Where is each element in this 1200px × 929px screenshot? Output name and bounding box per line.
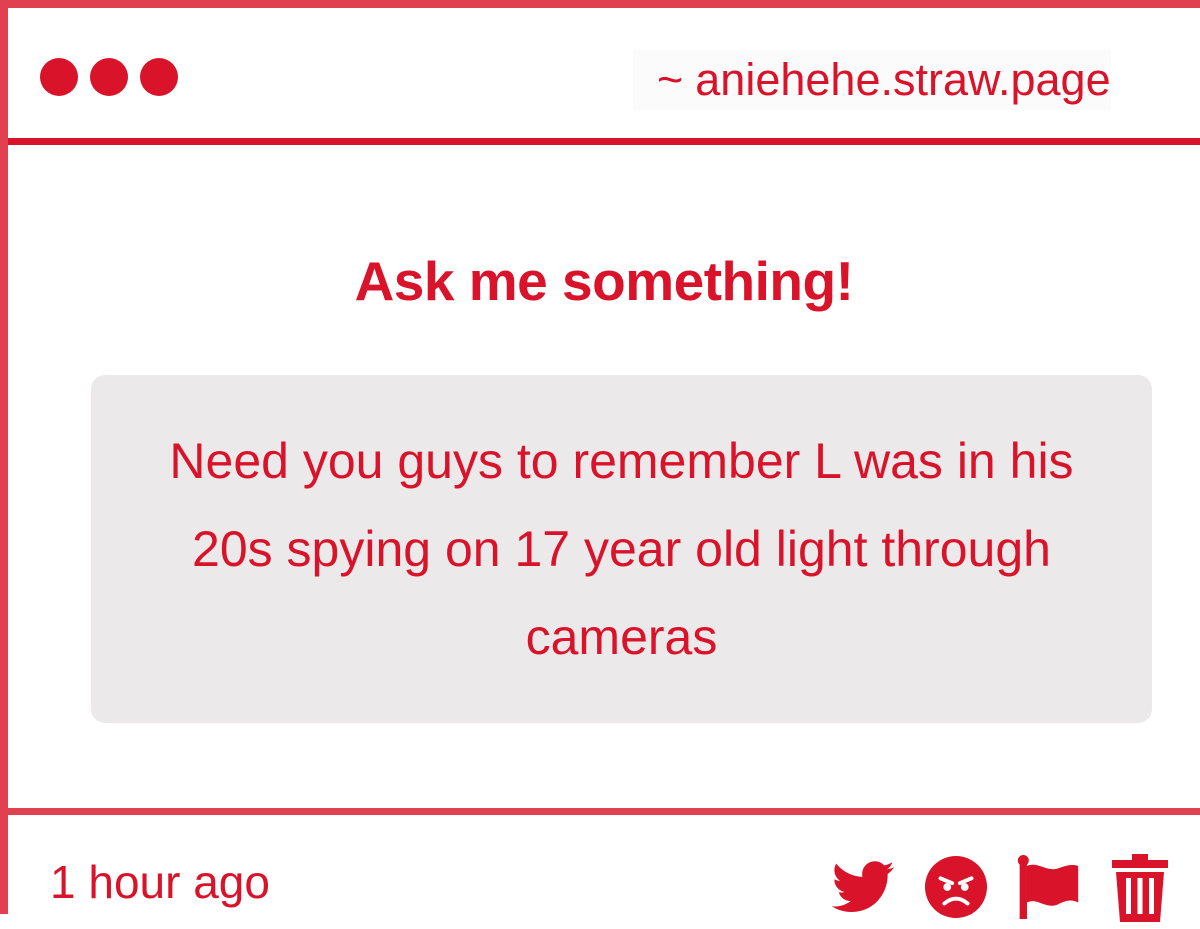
title-bar: ~ aniehehe.straw.page: [8, 8, 1200, 145]
trash-icon[interactable]: [1108, 854, 1172, 922]
twitter-icon[interactable]: [832, 855, 896, 919]
browser-window: ~ aniehehe.straw.page Ask me something! N…: [0, 0, 1200, 922]
question-text: Need you guys to remember L was in his 2…: [169, 433, 1074, 665]
question-card: Need you guys to remember L was in his 2…: [91, 375, 1152, 723]
flag-icon[interactable]: [1016, 855, 1080, 919]
window-dot-2[interactable]: [90, 58, 128, 96]
main-content: Ask me something! Need you guys to remem…: [8, 145, 1200, 805]
action-icons: [832, 854, 1172, 922]
angry-face-icon[interactable]: [924, 855, 988, 919]
page-heading: Ask me something!: [354, 250, 854, 312]
window-dot-3[interactable]: [140, 58, 178, 96]
window-controls: [40, 58, 178, 96]
url-bar[interactable]: ~ aniehehe.straw.page: [633, 50, 1111, 110]
timestamp: 1 hour ago: [50, 856, 270, 908]
url-text: aniehehe.straw.page: [695, 54, 1111, 105]
card-footer: 1 hour ago: [8, 808, 1200, 929]
url-prefix: ~: [657, 54, 684, 105]
window-dot-1[interactable]: [40, 58, 78, 96]
